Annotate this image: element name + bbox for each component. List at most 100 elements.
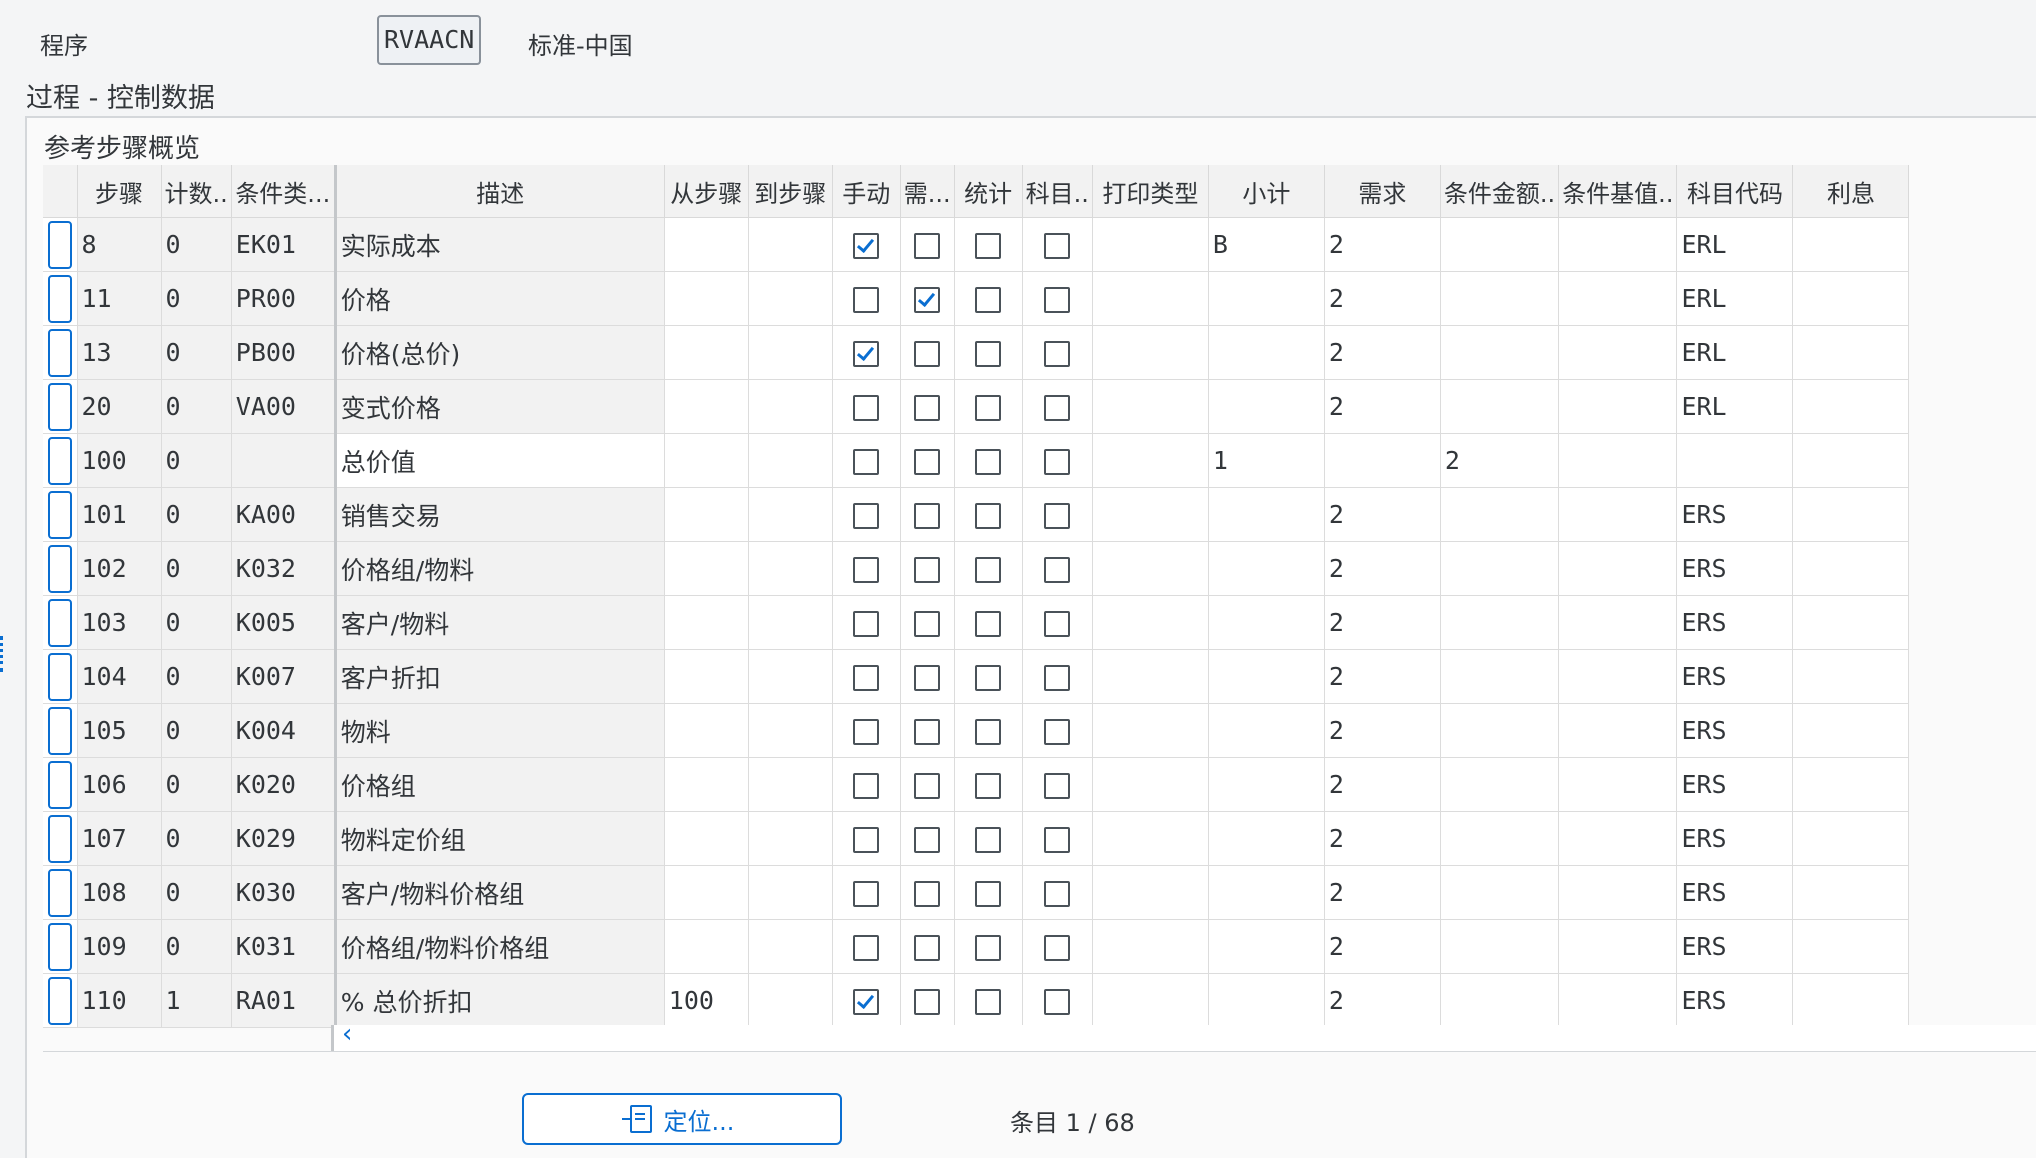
manual-checkbox[interactable] (853, 449, 880, 475)
stat-checkbox[interactable] (975, 557, 1002, 583)
program-field[interactable]: RVAACN (377, 15, 482, 65)
manual-checkbox[interactable] (853, 287, 880, 313)
account-checkbox[interactable] (1044, 449, 1071, 475)
column-header[interactable]: 计数.. (161, 165, 232, 218)
cell-calc[interactable] (1440, 541, 1560, 596)
column-header[interactable]: 科目代码 (1676, 165, 1794, 218)
cell-accrual[interactable] (1792, 649, 1910, 704)
column-header[interactable]: 科目.. (1022, 165, 1093, 218)
cell-req[interactable]: 2 (1324, 919, 1441, 974)
cell-print[interactable] (1092, 919, 1209, 974)
cell-base[interactable] (1558, 649, 1678, 704)
cell-accrual[interactable] (1792, 703, 1910, 758)
splitter-grip-icon[interactable] (0, 636, 8, 672)
cell-acckey[interactable]: ERS (1676, 757, 1794, 812)
cell-req[interactable]: 2 (1324, 541, 1441, 596)
manual-checkbox[interactable] (853, 557, 880, 583)
account-checkbox[interactable] (1044, 395, 1071, 421)
cell-base[interactable] (1558, 325, 1678, 380)
cell-from[interactable] (664, 757, 749, 812)
cell-to[interactable] (748, 973, 833, 1028)
required-checkbox[interactable] (914, 233, 941, 259)
cell-acckey[interactable]: ERL (1676, 271, 1794, 326)
cell-req[interactable] (1324, 433, 1441, 488)
cell-base[interactable] (1558, 973, 1678, 1028)
row-selector[interactable] (43, 271, 78, 326)
cell-acckey[interactable]: ERS (1676, 703, 1794, 758)
row-selector[interactable] (43, 703, 78, 758)
cell-from[interactable] (664, 487, 749, 542)
row-selector[interactable] (43, 595, 78, 650)
stat-checkbox[interactable] (975, 827, 1002, 853)
account-checkbox[interactable] (1044, 611, 1071, 637)
locate-button[interactable]: 定位... (522, 1093, 842, 1145)
column-header[interactable]: 条件金额.. (1440, 165, 1560, 218)
cell-acckey[interactable]: ERL (1676, 379, 1794, 434)
row-select-handle[interactable] (47, 382, 72, 431)
column-header[interactable]: 小计 (1208, 165, 1325, 218)
account-checkbox[interactable] (1044, 233, 1071, 259)
stat-checkbox[interactable] (975, 773, 1002, 799)
cell-accrual[interactable] (1792, 865, 1910, 920)
manual-checkbox[interactable] (853, 719, 880, 745)
cell-to[interactable] (748, 703, 833, 758)
cell-req[interactable]: 2 (1324, 973, 1441, 1028)
cell-subtotal[interactable] (1208, 541, 1325, 596)
cell-req[interactable]: 2 (1324, 271, 1441, 326)
account-checkbox[interactable] (1044, 341, 1071, 367)
scroll-track[interactable]: ‹ (331, 1019, 2036, 1051)
cell-base[interactable] (1558, 271, 1678, 326)
cell-base[interactable] (1558, 757, 1678, 812)
stat-checkbox[interactable] (975, 881, 1002, 907)
required-checkbox[interactable] (914, 287, 941, 313)
account-checkbox[interactable] (1044, 935, 1071, 961)
required-checkbox[interactable] (914, 395, 941, 421)
cell-subtotal[interactable] (1208, 379, 1325, 434)
cell-req[interactable]: 2 (1324, 487, 1441, 542)
manual-checkbox[interactable] (853, 881, 880, 907)
cell-accrual[interactable] (1792, 271, 1910, 326)
row-select-handle[interactable] (47, 760, 72, 809)
required-checkbox[interactable] (914, 665, 941, 691)
cell-subtotal[interactable]: B (1208, 217, 1325, 272)
select-all-header[interactable] (43, 165, 78, 218)
row-select-handle[interactable] (47, 814, 72, 863)
cell-from[interactable] (664, 703, 749, 758)
manual-checkbox[interactable] (853, 611, 880, 637)
cell-print[interactable] (1092, 379, 1209, 434)
cell-base[interactable] (1558, 595, 1678, 650)
row-selector[interactable] (43, 325, 78, 380)
stat-checkbox[interactable] (975, 611, 1002, 637)
column-header[interactable]: 条件类... (231, 165, 337, 218)
cell-acckey[interactable]: ERS (1676, 649, 1794, 704)
column-header[interactable]: 打印类型 (1092, 165, 1209, 218)
cell-print[interactable] (1092, 595, 1209, 650)
cell-from[interactable] (664, 811, 749, 866)
account-checkbox[interactable] (1044, 881, 1071, 907)
cell-to[interactable] (748, 217, 833, 272)
cell-accrual[interactable] (1792, 973, 1910, 1028)
stat-checkbox[interactable] (975, 935, 1002, 961)
cell-accrual[interactable] (1792, 487, 1910, 542)
cell-accrual[interactable] (1792, 433, 1910, 488)
required-checkbox[interactable] (914, 503, 941, 529)
required-checkbox[interactable] (914, 341, 941, 367)
cell-print[interactable] (1092, 541, 1209, 596)
cell-acckey[interactable]: ERS (1676, 541, 1794, 596)
cell-base[interactable] (1558, 703, 1678, 758)
row-select-handle[interactable] (47, 436, 72, 485)
cell-calc[interactable] (1440, 919, 1560, 974)
cell-accrual[interactable] (1792, 217, 1910, 272)
cell-calc[interactable] (1440, 757, 1560, 812)
column-header[interactable]: 描述 (335, 165, 665, 218)
column-header[interactable]: 需... (900, 165, 955, 218)
chevron-left-icon[interactable]: ‹ (342, 1019, 352, 1049)
manual-checkbox[interactable] (853, 773, 880, 799)
row-selector[interactable] (43, 217, 78, 272)
column-header[interactable]: 统计 (954, 165, 1023, 218)
cell-base[interactable] (1558, 487, 1678, 542)
cell-req[interactable]: 2 (1324, 379, 1441, 434)
cell-base[interactable] (1558, 433, 1678, 488)
row-selector[interactable] (43, 541, 78, 596)
cell-to[interactable] (748, 271, 833, 326)
